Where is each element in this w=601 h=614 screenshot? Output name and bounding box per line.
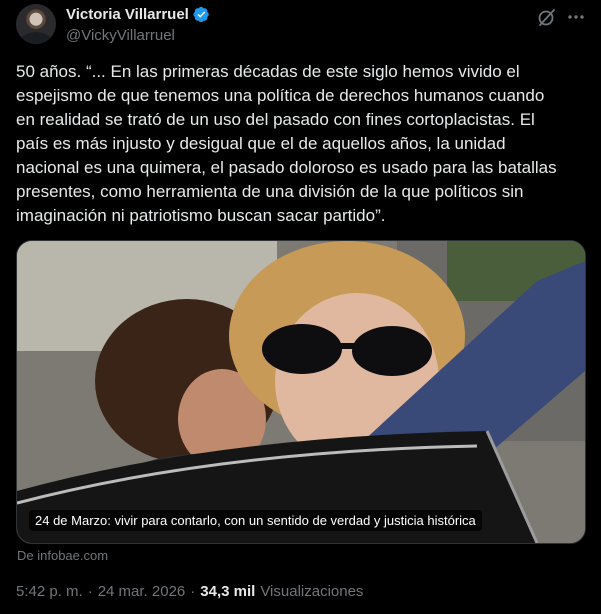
tweet-text-line: nacional es una quimera, el pasado dolor… (16, 158, 557, 177)
tweet-text-line: país es más injusto y desigual que el de… (16, 134, 506, 153)
author-avatar[interactable] (16, 4, 56, 44)
tweet-text-line: espejismo de que tenemos una política de… (16, 86, 545, 105)
grok-icon[interactable] (536, 6, 558, 28)
tweet-text-line: presentes, como herramienta de una divis… (16, 182, 524, 201)
tweet-timestamp-date[interactable]: 24 mar. 2026 (98, 583, 186, 600)
author-name-row: Victoria Villarruel (66, 6, 210, 23)
views-count[interactable]: 34,3 mil (200, 583, 255, 600)
tweet-text-line: 50 años. “... En las primeras décadas de… (16, 62, 520, 81)
verified-badge-icon[interactable] (193, 6, 210, 23)
tweet-text-line: en realidad se trató de un uso del pasad… (16, 110, 535, 129)
link-card[interactable]: 24 de Marzo: vivir para contarlo, con un… (16, 240, 586, 544)
avatar-shoulders (20, 32, 52, 44)
tweet-text: 50 años. “... En las primeras décadas de… (16, 60, 576, 228)
meta-separator: · (87, 583, 93, 600)
tweet-post: Victoria Villarruel @VickyVillarruel 50 … (0, 0, 601, 614)
meta-separator: · (190, 583, 196, 600)
card-source-link[interactable]: De infobae.com (17, 548, 108, 563)
tweet-meta: 5:42 p. m. · 24 mar. 2026 · 34,3 mil Vis… (16, 583, 363, 600)
tweet-text-line: imaginación ni patriotismo buscan sacar … (16, 206, 386, 225)
card-caption: 24 de Marzo: vivir para contarlo, con un… (29, 510, 482, 531)
more-options-icon[interactable] (565, 6, 587, 28)
tweet-timestamp-time[interactable]: 5:42 p. m. (16, 583, 83, 600)
card-photo (17, 241, 585, 543)
author-display-name[interactable]: Victoria Villarruel (66, 6, 189, 23)
views-label: Visualizaciones (260, 583, 364, 600)
author-handle[interactable]: @VickyVillarruel (66, 27, 175, 44)
